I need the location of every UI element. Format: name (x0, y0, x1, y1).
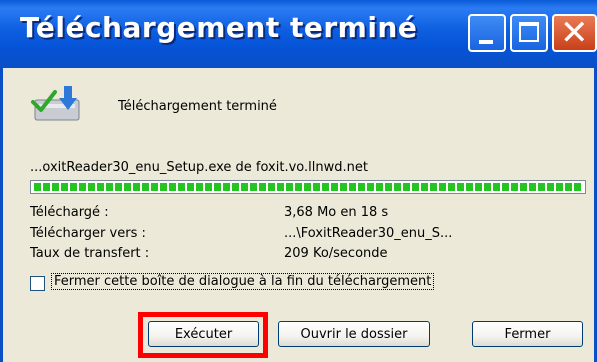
download-complete-icon (31, 86, 80, 121)
maximize-button[interactable] (510, 14, 548, 52)
close-window-button[interactable]: ✕ (552, 13, 597, 53)
status-text: Téléchargement terminé (118, 99, 277, 114)
minimize-button[interactable] (468, 14, 506, 52)
transfer-rate-value: 209 Ko/seconde (284, 246, 388, 261)
downloaded-value: 3,68 Mo en 18 s (284, 205, 389, 220)
close-button-label: Fermer (504, 326, 551, 342)
transfer-rate-label: Taux de transfert : (30, 246, 150, 261)
file-source-text: ...oxitReader30_enu_Setup.exe de foxit.v… (30, 160, 368, 175)
execute-button-label: Exécuter (174, 326, 233, 342)
close-on-finish-checkbox[interactable] (30, 276, 45, 291)
open-folder-button[interactable]: Ouvrir le dossier (278, 321, 430, 347)
close-on-finish-label[interactable]: Fermer cette boîte de dialogue à la fin … (50, 273, 435, 290)
close-icon: ✕ (560, 13, 589, 53)
progress-fill (34, 183, 582, 191)
download-complete-dialog: Téléchargement terminé ✕ Téléchargement … (0, 0, 597, 362)
window-title: Téléchargement terminé (20, 11, 418, 44)
download-to-value: ...\FoxitReader30_enu_S... (284, 226, 453, 241)
execute-button[interactable]: Exécuter (148, 321, 259, 347)
open-folder-button-label: Ouvrir le dossier (300, 326, 408, 342)
title-bar[interactable]: Téléchargement terminé ✕ (0, 0, 597, 68)
download-progress-bar (30, 180, 586, 194)
maximize-icon (519, 22, 539, 42)
download-to-label: Télécharger vers : (30, 226, 146, 241)
close-button[interactable]: Fermer (472, 321, 583, 347)
minimize-icon (479, 40, 493, 44)
downloaded-label: Téléchargé : (30, 205, 109, 220)
